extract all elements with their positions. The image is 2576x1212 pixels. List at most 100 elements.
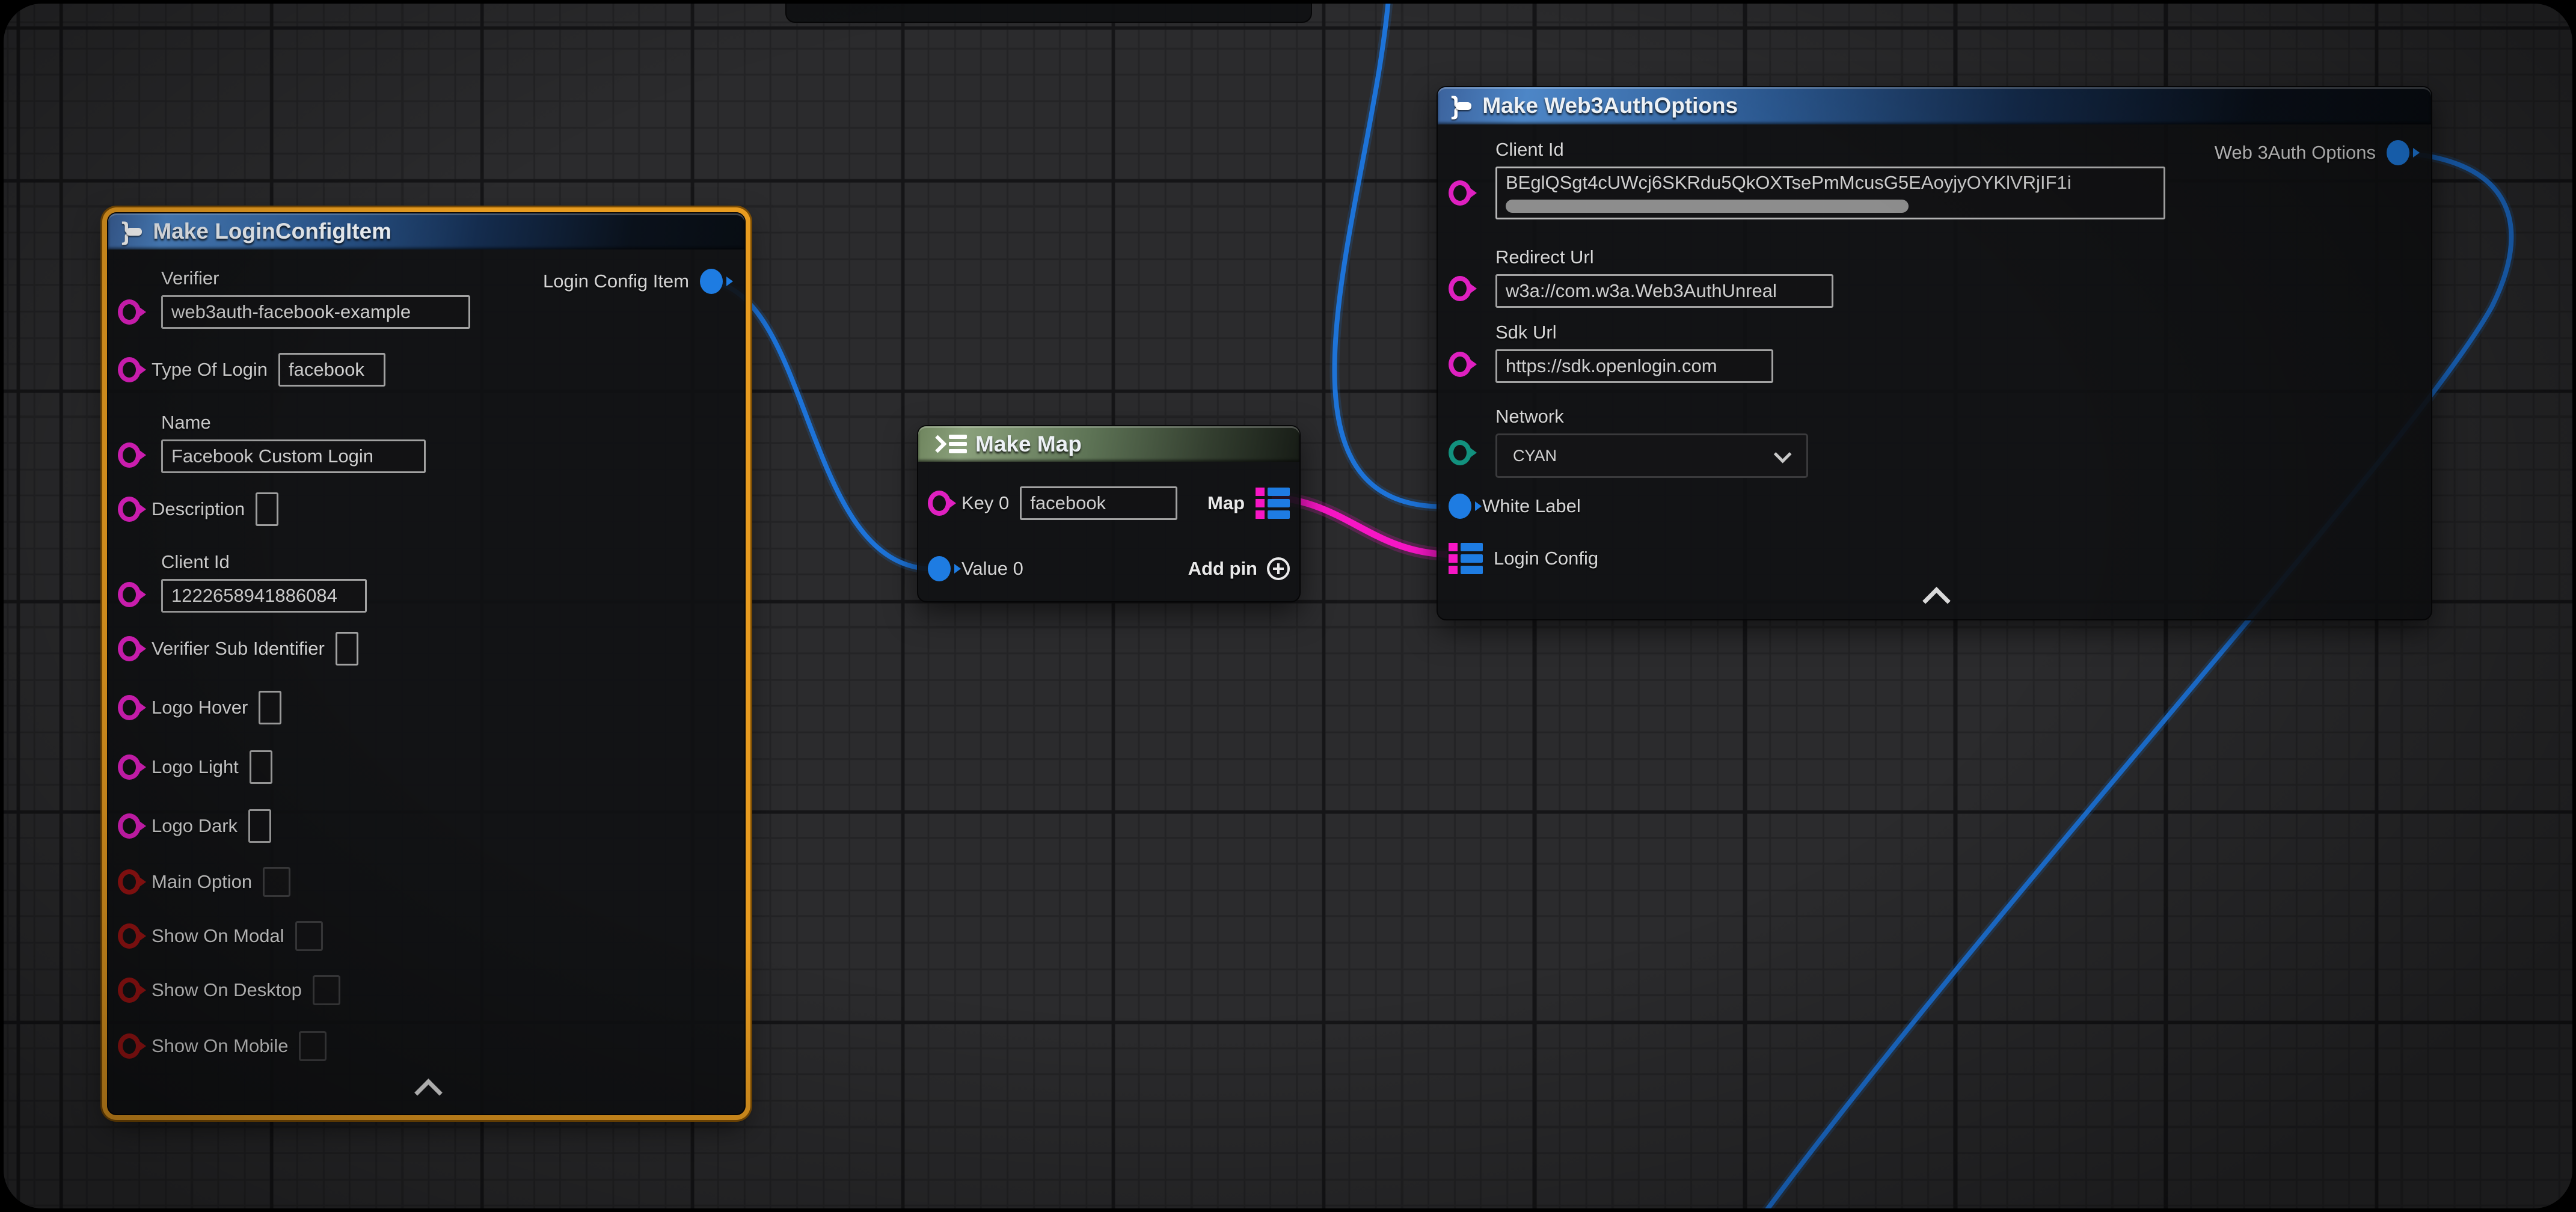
show-on-desktop-checkbox[interactable] [313,975,340,1005]
verifier-pin[interactable] [118,299,141,325]
white-label-pin[interactable] [1449,494,1471,519]
collapse-chevron-icon[interactable] [414,1079,443,1107]
pin-label: Client Id [1495,139,1564,161]
web3auth-options-output-pin[interactable] [2387,140,2409,165]
logo-hover-pin[interactable] [118,695,141,720]
output-label: Web 3Auth Options [2215,142,2376,164]
type-of-login-pin[interactable] [118,357,141,382]
verifier-sub-identifier-pin[interactable] [118,636,141,661]
pin-row: Value 0 Add pin [928,556,1290,581]
description-input[interactable] [256,492,278,526]
pin-label: Description [152,498,245,520]
node-header[interactable]: Make Map [918,426,1299,462]
pin-row: Login Config [1449,543,1598,574]
client-id-scrollbar[interactable] [1506,200,1909,213]
verifier-sub-identifier-input[interactable] [336,632,358,666]
pin-label: Type Of Login [152,359,268,381]
show-on-mobile-pin[interactable] [118,1033,141,1059]
pin-label: Show On Modal [152,925,284,947]
pin-label: Value 0 [961,558,1023,580]
logo-hover-input[interactable] [259,691,281,724]
pin-label: Redirect Url [1495,246,1594,268]
output-row: Login Config Item [543,269,723,294]
pin-label: Name [161,412,211,433]
node-header[interactable]: } Make LoginConfigItem [108,213,744,249]
value-0-pin[interactable] [928,556,951,581]
logo-dark-input[interactable] [248,809,271,843]
pin-row: Main Option [118,867,290,897]
pin-label: Logo Light [152,756,239,778]
client-id-text: BEglQSgt4cUWcj6SKRdu5QkOXTsePmMcusG5EAoy… [1506,172,2155,194]
node-make-web3authoptions[interactable]: } Make Web3AuthOptions Web 3Auth Options… [1437,86,2432,620]
logo-dark-pin[interactable] [118,813,141,839]
main-option-checkbox[interactable] [263,867,290,897]
redirect-url-pin[interactable] [1449,276,1471,301]
node-make-loginconfigitem[interactable]: } Make LoginConfigItem Login Config Item… [107,212,746,1115]
network-value: CYAN [1513,447,1557,465]
pin-row: Show On Desktop [118,975,340,1005]
map-output-pin[interactable] [1256,488,1290,519]
network-dropdown[interactable]: CYAN [1495,433,1808,478]
pin-label: Key 0 [961,492,1009,514]
node-title: Make LoginConfigItem [153,219,391,244]
description-pin[interactable] [118,497,141,522]
offscreen-node-edge[interactable] [785,4,1312,23]
redirect-url-input[interactable]: w3a://com.w3a.Web3AuthUnreal [1495,274,1833,308]
client-id-input[interactable]: 1222658941886084 [161,579,367,613]
verifier-input[interactable]: web3auth-facebook-example [161,295,470,329]
pin-label: Sdk Url [1495,322,1557,343]
pin-row: Show On Modal [118,921,323,951]
main-option-pin[interactable] [118,869,141,895]
client-id-pin[interactable] [1449,180,1471,206]
pin-row: Logo Hover [118,691,281,724]
collapse-chevron-icon[interactable] [1922,587,1951,615]
add-pin-icon [1267,557,1290,580]
dropdown-chevron-icon [1774,445,1792,463]
login-config-item-output-pin[interactable] [700,269,723,294]
show-on-desktop-pin[interactable] [118,978,141,1003]
pin-label: Show On Mobile [152,1035,288,1057]
output-label: Login Config Item [543,271,689,292]
logo-light-input[interactable] [250,750,272,784]
pin-label: Logo Dark [152,815,238,837]
pin-row: Description [118,492,278,526]
add-pin-button[interactable]: Add pin [1188,557,1290,580]
make-struct-icon: } [1451,93,1471,118]
pin-row: Logo Light [118,750,272,784]
type-of-login-input[interactable]: facebook [278,353,385,387]
add-pin-label: Add pin [1188,558,1257,580]
make-map-icon [931,435,967,453]
name-pin[interactable] [118,442,141,468]
show-on-modal-pin[interactable] [118,923,141,949]
sdk-url-pin[interactable] [1449,352,1471,377]
login-config-pin[interactable] [1449,543,1483,574]
output-row: Web 3Auth Options [2215,140,2409,165]
pin-label: Logo Hover [152,697,248,718]
pin-row: Key 0 facebook Map [928,486,1290,520]
node-make-map[interactable]: Make Map Key 0 facebook Map Value 0 Add … [917,425,1301,602]
show-on-modal-checkbox[interactable] [295,921,323,951]
show-on-mobile-checkbox[interactable] [299,1031,327,1061]
pin-row: Logo Dark [118,809,271,843]
pin-label: Network [1495,406,1564,427]
node-title: Make Web3AuthOptions [1482,93,1738,118]
client-id-input[interactable]: BEglQSgt4cUWcj6SKRdu5QkOXTsePmMcusG5EAoy… [1495,167,2165,219]
name-input[interactable]: Facebook Custom Login [161,439,426,473]
network-pin[interactable] [1449,440,1471,465]
pin-row: White Label [1449,494,1581,519]
blueprint-canvas[interactable]: } Make LoginConfigItem Login Config Item… [4,4,2572,1208]
pin-label: Main Option [152,871,252,893]
map-output-label: Map [1207,492,1245,514]
node-header[interactable]: } Make Web3AuthOptions [1438,87,2431,124]
make-struct-icon: } [121,219,142,244]
pin-label: Verifier Sub Identifier [152,638,325,660]
pin-row: Show On Mobile [118,1031,327,1061]
logo-light-pin[interactable] [118,754,141,780]
key-0-pin[interactable] [928,491,951,516]
pin-label: White Label [1482,495,1581,517]
client-id-pin[interactable] [118,582,141,607]
key-0-input[interactable]: facebook [1020,486,1177,520]
sdk-url-input[interactable]: https://sdk.openlogin.com [1495,349,1773,383]
node-title: Make Map [975,432,1082,457]
pin-label: Verifier [161,268,219,289]
